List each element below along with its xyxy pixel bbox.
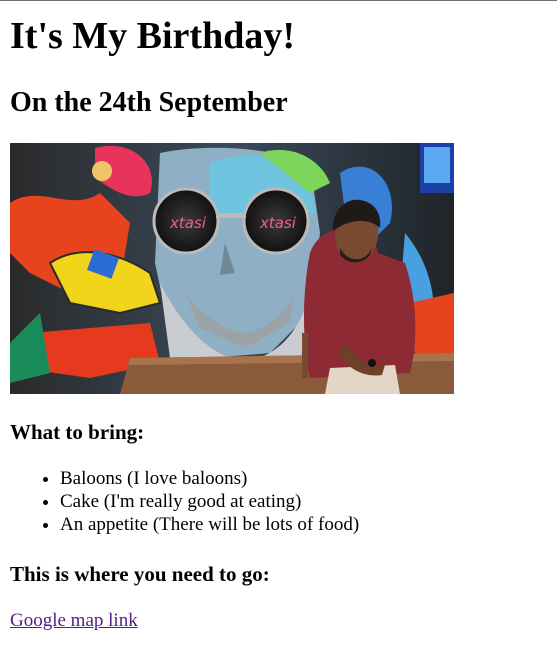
bring-list: Baloons (I love baloons) Cake (I'm reall… bbox=[10, 467, 359, 536]
page-title: It's My Birthday! bbox=[10, 15, 295, 57]
top-border bbox=[0, 0, 557, 1]
google-map-link[interactable]: Google map link bbox=[10, 609, 138, 633]
page-subtitle: On the 24th September bbox=[10, 87, 288, 118]
birthday-photo: xtasi xtasi bbox=[10, 143, 454, 394]
where-to-go-heading: This is where you need to go: bbox=[10, 562, 270, 586]
list-item: Cake (I'm really good at eating) bbox=[60, 490, 359, 513]
photo-illustration: xtasi xtasi bbox=[10, 143, 454, 394]
what-to-bring-heading: What to bring: bbox=[10, 420, 145, 444]
list-item: An appetite (There will be lots of food) bbox=[60, 513, 359, 536]
svg-text:xtasi: xtasi bbox=[259, 214, 297, 232]
svg-text:xtasi: xtasi bbox=[169, 214, 207, 232]
list-item: Baloons (I love baloons) bbox=[60, 467, 359, 490]
